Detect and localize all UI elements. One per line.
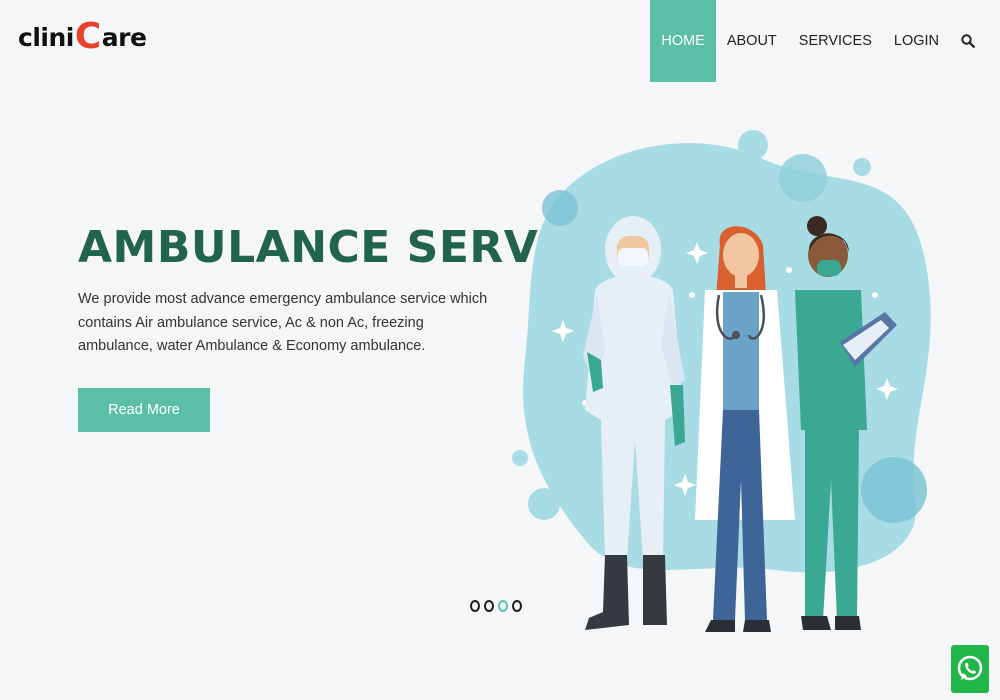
logo-c: C (74, 16, 101, 57)
nav-about[interactable]: ABOUT (716, 0, 788, 82)
slider-dot-4[interactable] (512, 600, 522, 612)
slider-dot-3[interactable] (498, 600, 508, 612)
medical-staff-illustration (505, 120, 945, 645)
nav-services[interactable]: SERVICES (788, 0, 883, 82)
slider-pagination (470, 600, 522, 612)
whatsapp-icon[interactable] (951, 645, 989, 693)
nav-home[interactable]: HOME (650, 0, 716, 82)
logo-text-prefix: clini (18, 23, 74, 52)
search-icon[interactable] (958, 31, 978, 51)
slider-dot-1[interactable] (470, 600, 480, 612)
main-nav: HOME ABOUT SERVICES LOGIN (650, 0, 978, 82)
slider-dot-2[interactable] (484, 600, 494, 612)
logo-text-suffix: are (101, 23, 147, 52)
nav-login[interactable]: LOGIN (883, 0, 950, 82)
logo[interactable]: clini C are (18, 16, 147, 57)
hero-description: We provide most advance emergency ambula… (78, 291, 488, 354)
read-more-button[interactable]: Read More (78, 388, 210, 432)
